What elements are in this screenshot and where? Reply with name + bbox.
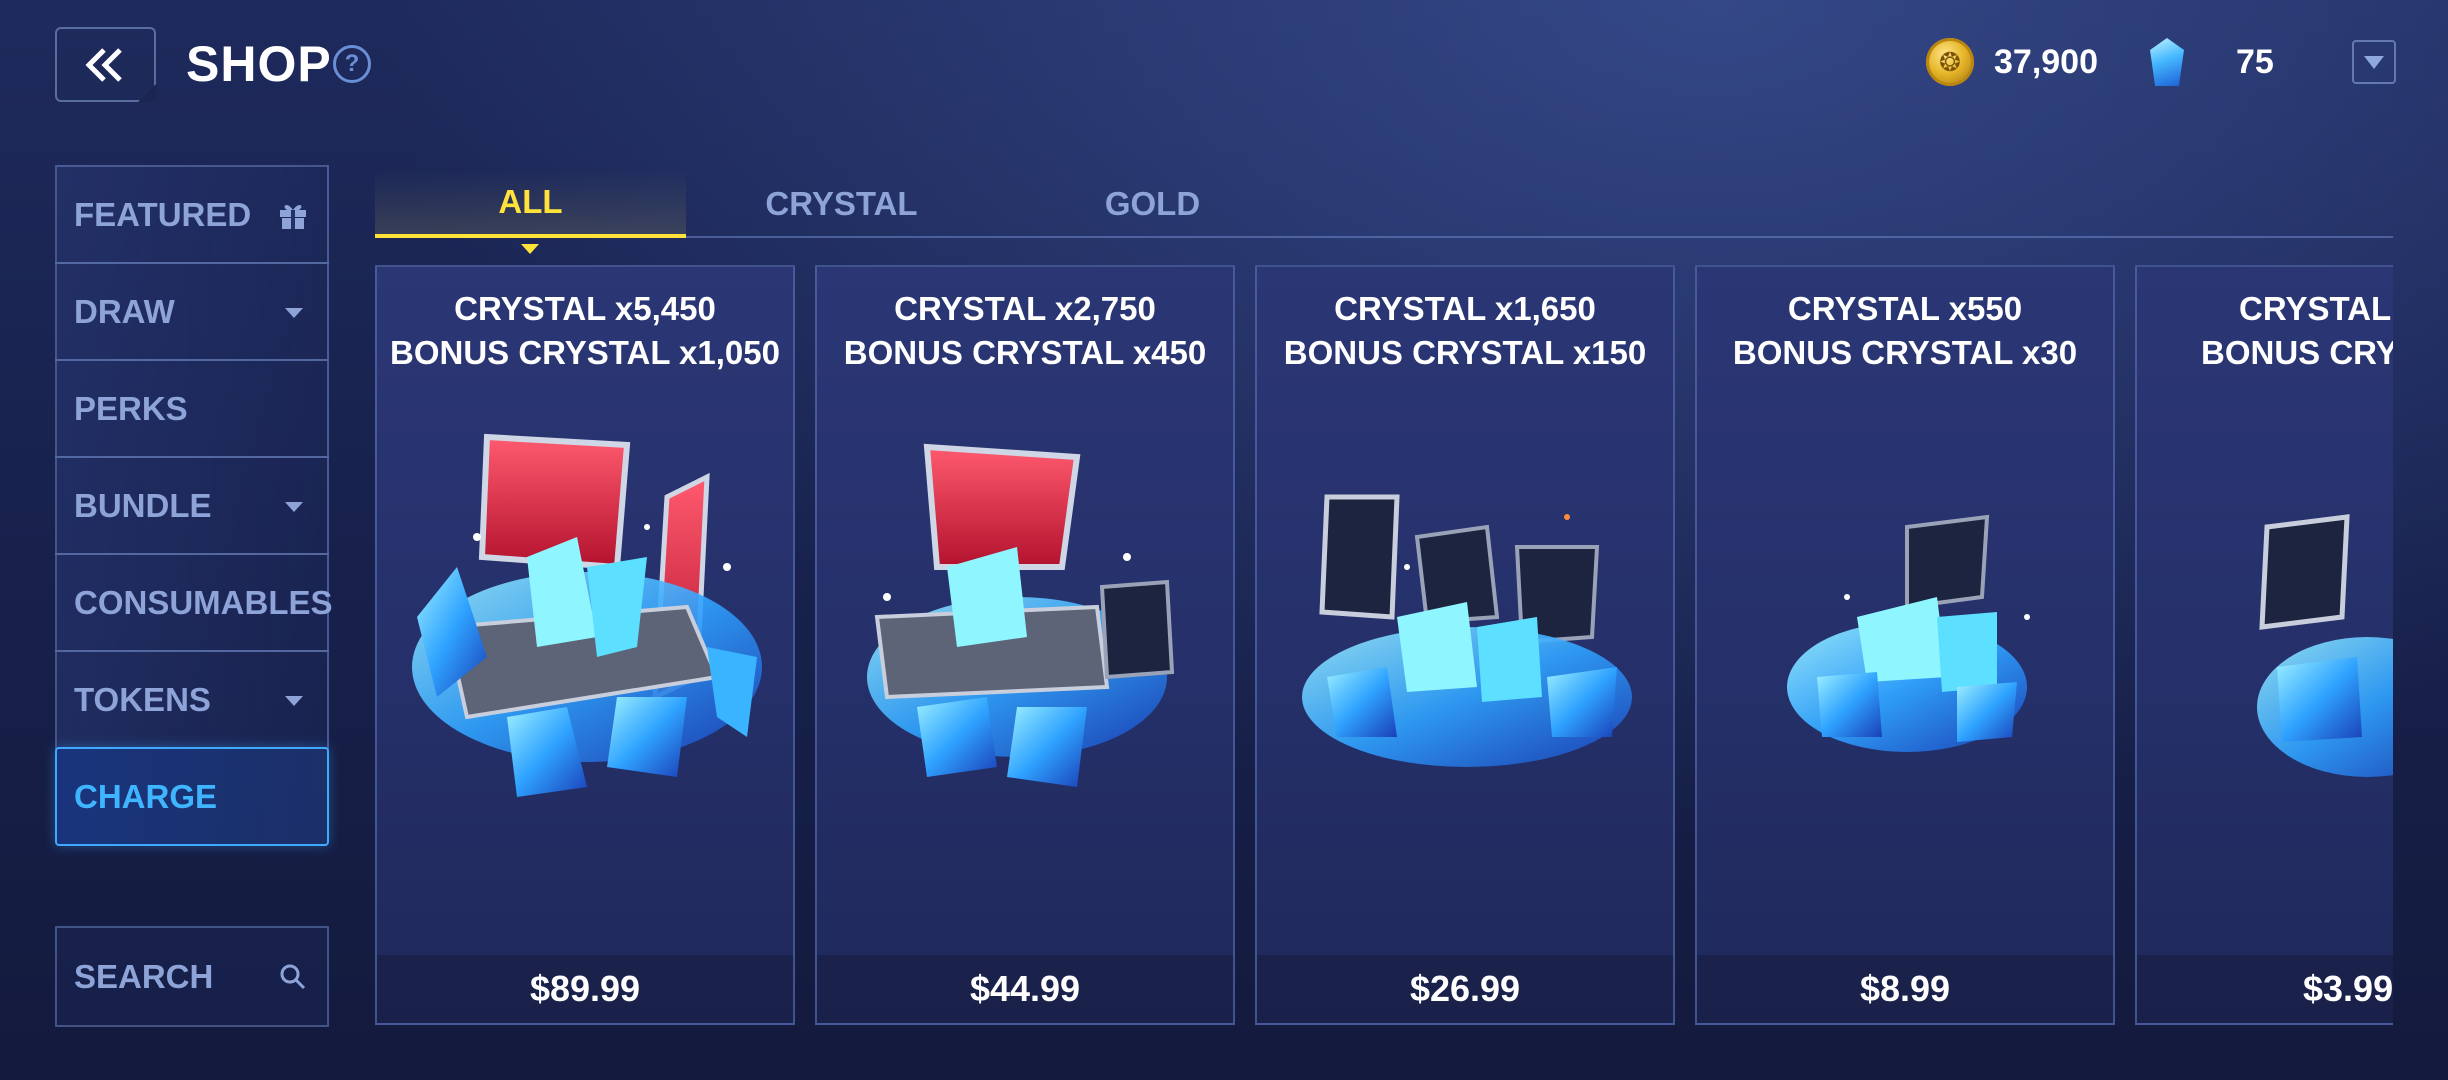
product-amount: CRYSTAL x550 [1787,290,2023,327]
product-bonus: BONUS CRYST [2201,334,2393,371]
sidebar-item-label: BUNDLE [74,486,212,524]
crystal-icon [2150,38,2184,86]
crystal-box-small-image [1787,514,2030,752]
sidebar-item-label: TOKENS [74,680,211,718]
product-card[interactable]: CRYSTAL x550 BONUS CRYSTAL x30 $8.99 [1695,265,2115,1025]
crystal-chest-large-image [412,433,762,797]
product-bonus: BONUS CRYSTAL x150 [1283,334,1647,371]
sidebar-item-label: CONSUMABLES [74,583,333,621]
price-label: $3.99 [2137,955,2393,1023]
sidebar-item-featured[interactable]: FEATURED [55,165,329,264]
crystal-amount: 75 [2236,42,2274,81]
product-bonus: BONUS CRYSTAL x30 [1732,334,2078,371]
menu-dropdown-button[interactable] [2352,40,2396,84]
help-icon[interactable]: ? [333,45,371,83]
product-amount: CRYSTAL x [2239,290,2393,327]
crystal-chest-medium-image [867,443,1175,787]
sidebar-item-charge[interactable]: CHARGE [55,747,329,846]
price-label: $44.99 [817,955,1233,1023]
crystal-box-image [2257,514,2393,777]
sidebar-item-tokens[interactable]: TOKENS [55,650,329,749]
sidebar-item-perks[interactable]: PERKS [55,359,329,458]
tab-label: CRYSTAL [765,185,918,222]
crystal-balance: 75 [2150,36,2274,88]
tab-crystal[interactable]: CRYSTAL [686,170,997,238]
product-name: CRYSTAL x BONUS CRYST [2201,287,2393,375]
double-chevron-left-icon [84,47,122,82]
page-title: SHOP [186,36,332,92]
product-list: CRYSTAL x5,450 BONUS CRYSTAL x1,050 $89.… [375,265,2393,1025]
product-bonus: BONUS CRYSTAL x1,050 [389,334,780,371]
back-button[interactable] [55,27,156,102]
product-card[interactable]: CRYSTAL x1,650 BONUS CRYSTAL x150 $26.99 [1255,265,1675,1025]
price-label: $8.99 [1697,955,2113,1023]
search-label: SEARCH [74,957,214,995]
gift-icon [280,204,306,229]
sidebar-item-draw[interactable]: DRAW [55,262,329,361]
sidebar-item-label: PERKS [74,389,188,427]
sidebar-item-label: DRAW [74,292,175,330]
gold-coin-icon: ❂ [1926,38,1974,86]
sidebar-item-label: FEATURED [74,195,252,233]
sidebar-item-bundle[interactable]: BUNDLE [55,456,329,555]
product-amount: CRYSTAL x1,650 [1334,290,1596,327]
crystal-case-image [1302,494,1632,767]
product-card[interactable]: CRYSTAL x5,450 BONUS CRYSTAL x1,050 $89.… [375,265,795,1025]
product-amount: CRYSTAL x5,450 [454,290,716,327]
caret-down-icon [285,696,303,706]
sidebar-item-label: CHARGE [74,777,218,815]
caret-down-icon [285,308,303,318]
tab-all[interactable]: ALL [375,170,686,254]
triangle-down-icon [2364,55,2384,69]
gold-balance: ❂ 37,900 [1926,36,2098,88]
product-bonus: BONUS CRYSTAL x450 [843,334,1207,371]
product-name: CRYSTAL x2,750 BONUS CRYSTAL x450 [817,287,1233,375]
category-tabs: ALL CRYSTAL GOLD [375,170,2393,254]
product-name: CRYSTAL x5,450 BONUS CRYSTAL x1,050 [377,287,793,375]
sidebar-item-consumables[interactable]: CONSUMABLES [55,553,333,652]
product-amount: CRYSTAL x2,750 [894,290,1156,327]
sidebar: FEATURED DRAW PERKS BUNDLE CONSUMABLES T… [55,165,333,846]
price-label: $26.99 [1257,955,1673,1023]
product-card[interactable]: CRYSTAL x2,750 BONUS CRYSTAL x450 $44.99 [815,265,1235,1025]
price-label: $89.99 [377,955,793,1023]
caret-down-icon [285,502,303,512]
tab-pointer-icon [521,244,539,254]
search-button[interactable]: SEARCH [55,926,329,1027]
product-name: CRYSTAL x1,650 BONUS CRYSTAL x150 [1257,287,1673,375]
gold-amount: 37,900 [1994,42,2098,81]
search-icon [280,964,306,990]
tab-label: ALL [498,183,563,220]
product-card[interactable]: CRYSTAL x BONUS CRYST $3.99 [2135,265,2393,1025]
tab-gold[interactable]: GOLD [997,170,1308,238]
product-name: CRYSTAL x550 BONUS CRYSTAL x30 [1697,287,2113,375]
tab-label: GOLD [1104,185,1201,222]
